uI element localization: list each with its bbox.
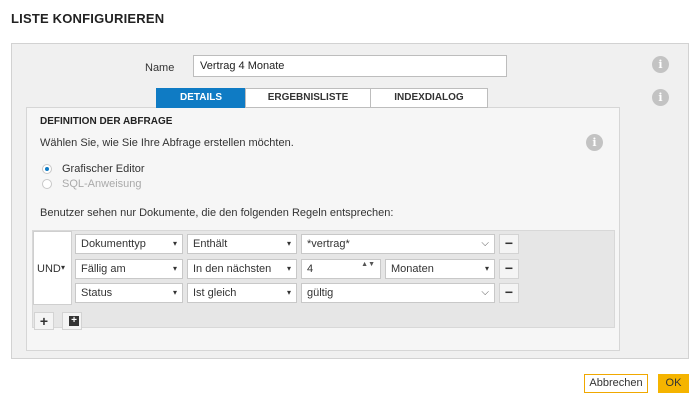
chevron-down-icon: ⌵ [481,287,489,298]
radio-button[interactable] [42,164,52,174]
chevron-down-icon: ⌵ [481,238,489,249]
rule-condition-select[interactable]: In den nächsten ▾ [187,259,297,279]
rule-field-select[interactable]: Fällig am ▾ [75,259,183,279]
remove-rule-button[interactable]: − [499,259,519,279]
radio-sql-statement: SQL-Anweisung [42,178,142,190]
spinner-icon[interactable]: ▲▼ [361,261,375,269]
tab-bar: DETAILS ERGEBNISLISTE INDEXDIALOG [156,88,488,108]
radio-label: SQL-Anweisung [62,178,142,190]
radio-graphical-editor[interactable]: Grafischer Editor [42,163,145,175]
chevron-down-icon: ▾ [172,288,177,297]
cancel-button[interactable]: Abbrechen [584,374,648,393]
section-title: DEFINITION DER ABFRAGE [40,116,173,127]
rules-description: Benutzer sehen nur Dokumente, die den fo… [40,207,394,219]
query-description: Wählen Sie, wie Sie Ihre Abfrage erstell… [40,137,294,149]
chevron-down-icon: ▾ [286,239,291,248]
operator-label: UND [37,263,61,275]
rule-value: gültig [307,287,334,299]
add-group-icon: + [69,316,79,326]
rule-condition-select[interactable]: Enthält ▾ [187,234,297,254]
chevron-down-icon: ▾ [61,263,66,272]
rule-field-value: Status [81,287,113,299]
chevron-down-icon: ▾ [172,239,177,248]
rule-unit-value: Monaten [391,263,434,275]
info-icon[interactable]: i [652,56,669,73]
rule-condition-value: In den nächsten [193,263,272,275]
rule-field-select[interactable]: Dokumenttyp ▾ [75,234,183,254]
tab-details[interactable]: DETAILS [156,88,246,108]
name-label: Name [145,62,175,74]
chevron-down-icon: ▾ [484,264,489,273]
rule-value: *vertrag* [307,238,350,250]
radio-button [42,179,52,189]
tab-indexdialog[interactable]: INDEXDIALOG [370,88,488,108]
add-rule-button[interactable]: + [34,312,54,330]
remove-rule-button[interactable]: − [499,283,519,303]
chevron-down-icon: ▾ [172,264,177,273]
remove-rule-button[interactable]: − [499,234,519,254]
rule-condition-select[interactable]: Ist gleich ▾ [187,283,297,303]
rule-value: 4 [307,263,314,275]
info-icon[interactable]: i [586,134,603,151]
rule-field-value: Fällig am [81,263,126,275]
rule-value-select[interactable]: *vertrag* ⌵ [301,234,495,254]
rule-value-select[interactable]: gültig ⌵ [301,283,495,303]
ok-button[interactable]: OK [658,374,689,393]
rule-unit-select[interactable]: Monaten ▾ [385,259,495,279]
name-input[interactable]: Vertrag 4 Monate [193,55,507,77]
rule-number-input[interactable]: 4 ▲▼ [301,259,381,279]
chevron-down-icon: ▾ [286,288,291,297]
radio-label: Grafischer Editor [62,163,145,175]
chevron-down-icon: ▾ [286,264,291,273]
tab-ergebnisliste[interactable]: ERGEBNISLISTE [245,88,371,108]
page-title: LISTE KONFIGURIEREN [11,11,165,26]
rule-field-value: Dokumenttyp [81,238,146,250]
rule-field-select[interactable]: Status ▾ [75,283,183,303]
info-icon[interactable]: i [652,89,669,106]
rule-condition-value: Enthält [193,238,228,250]
rule-condition-value: Ist gleich [193,287,237,299]
